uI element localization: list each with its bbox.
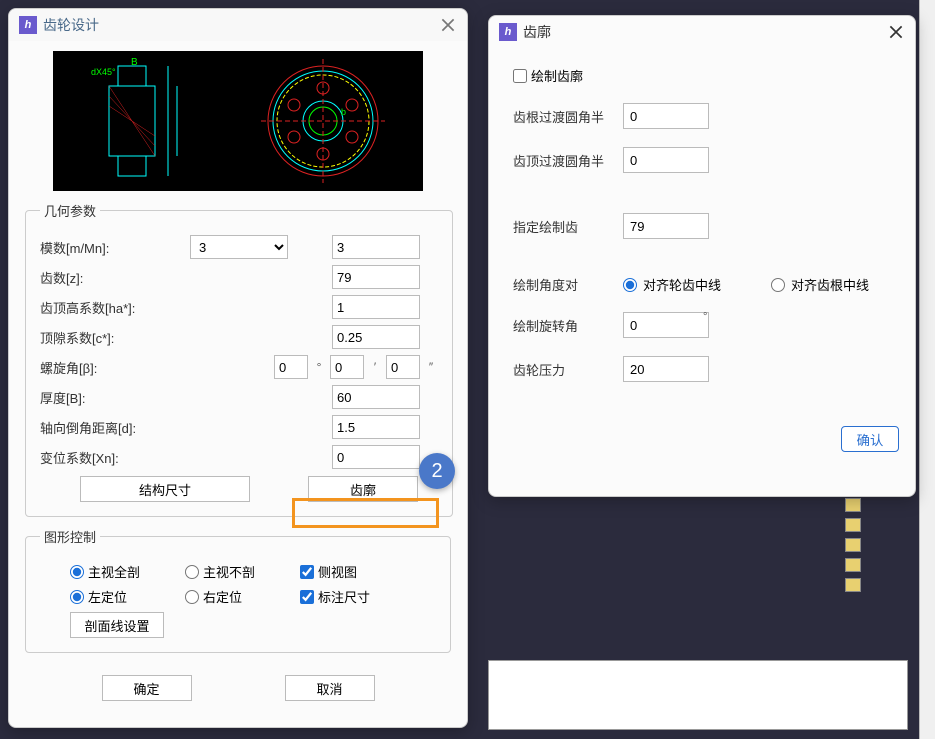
app-icon: h (19, 16, 37, 34)
dialog-title: 齿轮设计 (43, 15, 439, 35)
helix-deg-input[interactable] (274, 355, 308, 379)
main-full-section-radio[interactable]: 主视全剖 (70, 562, 185, 581)
teeth-input[interactable] (332, 265, 420, 289)
draw-profile-checkbox[interactable]: 绘制齿廓 (513, 66, 891, 85)
tooth-profile-button[interactable]: 齿廓 (308, 476, 418, 502)
tip-fillet-label: 齿顶过渡圆角半 (513, 151, 623, 170)
cancel-button[interactable]: 取消 (285, 675, 375, 701)
hatch-settings-button[interactable]: 剖面线设置 (70, 612, 164, 638)
align-root-mid-radio[interactable]: 对齐齿根中线 (771, 275, 869, 294)
titlebar: h 齿轮设计 (9, 9, 467, 41)
dialog-title: 齿廓 (523, 22, 887, 42)
angle-align-label: 绘制角度对 (513, 275, 623, 294)
chamfer-label: 轴向倒角距离[d]: (40, 418, 190, 437)
dimension-checkbox[interactable]: 标注尺寸 (300, 587, 370, 606)
teeth-label: 齿数[z]: (40, 268, 190, 287)
titlebar: h 齿廓 (489, 16, 915, 48)
app-icon: h (499, 23, 517, 41)
geometry-legend: 几何参数 (40, 201, 100, 220)
sec-symbol: ″ (424, 360, 438, 374)
graphics-control-group: 图形控制 主视全剖 主视不剖 侧视图 左定位 右定位 (25, 527, 451, 653)
root-fillet-input[interactable] (623, 103, 709, 129)
close-icon[interactable] (439, 16, 457, 34)
thickness-input[interactable] (332, 385, 420, 409)
main-no-section-radio[interactable]: 主视不剖 (185, 562, 300, 581)
spec-teeth-label: 指定绘制齿 (513, 217, 623, 236)
toolbar-icon[interactable] (845, 578, 861, 592)
svg-text:b: b (341, 107, 346, 117)
structure-size-button[interactable]: 结构尺寸 (80, 476, 250, 502)
left-position-radio[interactable]: 左定位 (70, 587, 185, 606)
confirm-button[interactable]: 确认 (841, 426, 899, 452)
shift-input[interactable] (332, 445, 420, 469)
align-tooth-mid-radio[interactable]: 对齐轮齿中线 (623, 275, 721, 294)
deg-symbol: ° (703, 311, 707, 323)
helix-sec-input[interactable] (386, 355, 420, 379)
tip-fillet-input[interactable] (623, 147, 709, 173)
toolbar-icon[interactable] (845, 558, 861, 572)
rotation-angle-label: 绘制旋转角 (513, 316, 623, 335)
graphics-legend: 图形控制 (40, 527, 100, 546)
helix-label: 螺旋角[β]: (40, 358, 190, 377)
pressure-angle-label: 齿轮压力 (513, 360, 623, 379)
min-symbol: ′ (368, 360, 382, 374)
side-toolbar (845, 498, 865, 592)
text-area[interactable] (488, 660, 908, 730)
svg-text:B: B (131, 57, 138, 68)
chamfer-input[interactable] (332, 415, 420, 439)
toolbar-icon[interactable] (845, 518, 861, 532)
root-fillet-label: 齿根过渡圆角半 (513, 107, 623, 126)
shift-label: 变位系数[Xn]: (40, 448, 190, 467)
ok-button[interactable]: 确定 (102, 675, 192, 701)
gear-design-dialog: h 齿轮设计 dX45° B (8, 8, 468, 728)
addendum-input[interactable] (332, 295, 420, 319)
helix-min-input[interactable] (330, 355, 364, 379)
side-panel (919, 0, 935, 739)
module-select[interactable]: 3 (190, 235, 288, 259)
close-icon[interactable] (887, 23, 905, 41)
pressure-angle-input[interactable] (623, 356, 709, 382)
toolbar-icon[interactable] (845, 538, 861, 552)
deg-symbol: ° (312, 360, 326, 374)
clearance-label: 顶隙系数[c*]: (40, 328, 190, 347)
side-view-checkbox[interactable]: 侧视图 (300, 562, 357, 581)
module-input[interactable] (332, 235, 420, 259)
module-label: 模数[m/Mn]: (40, 238, 190, 257)
geometry-parameters-group: 几何参数 模数[m/Mn]: 3 齿数[z]: 齿顶高系数[ha*]: 顶隙系数… (25, 201, 453, 517)
svg-text:dX45°: dX45° (91, 67, 116, 77)
toolbar-icon[interactable] (845, 498, 861, 512)
addendum-label: 齿顶高系数[ha*]: (40, 298, 190, 317)
rotation-angle-input[interactable] (623, 312, 709, 338)
gear-preview: dX45° B (53, 51, 423, 191)
clearance-input[interactable] (332, 325, 420, 349)
thickness-label: 厚度[B]: (40, 388, 190, 407)
right-position-radio[interactable]: 右定位 (185, 587, 300, 606)
spec-teeth-input[interactable] (623, 213, 709, 239)
step-marker-2: 2 (419, 453, 455, 489)
tooth-profile-dialog: h 齿廓 绘制齿廓 齿根过渡圆角半 齿顶过渡圆角半 指定绘制齿 绘制角度对 对齐… (488, 15, 916, 497)
